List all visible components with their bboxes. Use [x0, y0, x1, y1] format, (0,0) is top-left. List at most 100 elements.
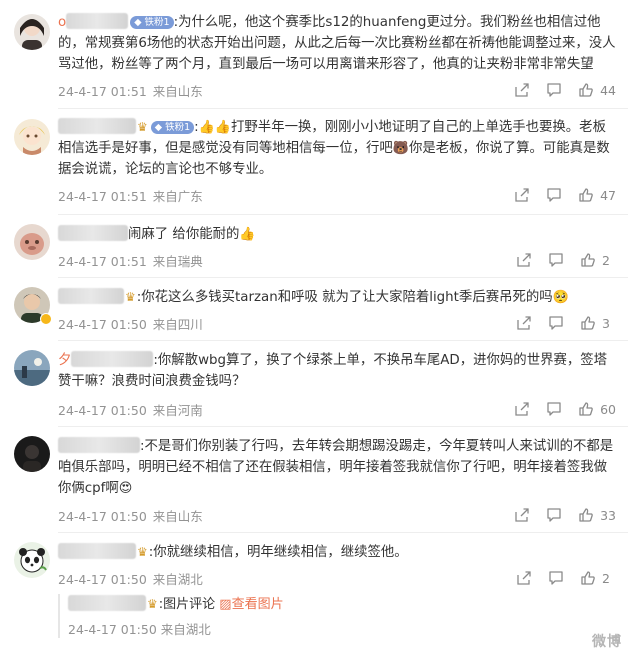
crown-icon: ♛ — [137, 120, 148, 134]
comment-actions: 33 — [498, 507, 616, 523]
location: 来自广东 — [152, 189, 203, 204]
thumbs-up-emoji-icon: 👍 — [239, 227, 256, 242]
avatar[interactable] — [14, 14, 50, 50]
share-icon[interactable] — [514, 507, 530, 523]
location: 来自河南 — [152, 403, 203, 418]
comment-actions: 2 — [500, 252, 616, 268]
username[interactable] — [58, 118, 136, 134]
comment-text: ♛ ◆ 铁粉1:👍👍打野半年一换，刚刚小小地证明了自己的上单选手也要换。老板相信选… — [58, 117, 618, 180]
timestamp: 24-4-17 01:50 — [68, 622, 157, 637]
reply-text: ♛:图片评论 ▨查看图片 — [68, 594, 618, 615]
image-icon: ▨ — [219, 597, 232, 612]
comment-meta: 24-4-17 01:50 来自山东 — [58, 506, 203, 525]
location: 来自四川 — [152, 317, 203, 332]
like-count: 2 — [602, 570, 610, 586]
username[interactable] — [58, 437, 140, 453]
heart-eyes-emoji-icon: 😍 — [118, 481, 133, 496]
comment-text: 闹麻了 给你能耐的👍 — [58, 224, 618, 245]
divider — [58, 340, 628, 341]
avatar[interactable] — [14, 542, 50, 578]
timestamp: 24-4-17 01:50 — [58, 317, 147, 332]
timestamp: 24-4-17 01:51 — [58, 189, 147, 204]
comment-text: ♛:你花这么多钱买tarzan和呼吸 就为了让大家陪着light季后赛吊死的吗🥺 — [58, 287, 618, 308]
divider — [58, 214, 628, 215]
divider — [58, 277, 628, 278]
comment-icon[interactable] — [548, 315, 564, 331]
thumbs-up-icon[interactable] — [580, 315, 596, 331]
location: 来自湖北 — [160, 622, 211, 637]
share-icon[interactable] — [514, 401, 530, 417]
share-icon[interactable] — [516, 252, 532, 268]
comment-icon[interactable] — [546, 401, 562, 417]
thumbs-up-icon[interactable] — [578, 507, 594, 523]
thumbs-up-icon[interactable] — [578, 401, 594, 417]
comment-text: :不是哥们你别装了行吗，去年转会期想踢没踢走，今年夏转叫人来试训的不都是咱俱乐部… — [58, 436, 618, 499]
comment-meta: 24-4-17 01:50 来自河南 — [58, 400, 203, 419]
like-count: 47 — [600, 187, 616, 203]
crown-icon: ♛ — [137, 545, 148, 559]
comment-meta: 24-4-17 01:51 来自山东 — [58, 81, 203, 100]
boss-emoji-icon: 🐻 — [392, 141, 409, 156]
username[interactable] — [58, 288, 124, 304]
comment-actions: 2 — [500, 570, 616, 586]
weibo-watermark: 微博 — [592, 634, 622, 650]
fan-badge: ◆ 铁粉1 — [150, 121, 195, 134]
avatar[interactable] — [14, 224, 50, 260]
fan-badge: ◆ 铁粉1 — [130, 16, 174, 29]
like-count: 33 — [600, 507, 616, 523]
comment-meta: 24-4-17 01:51 来自广东 — [58, 186, 203, 205]
username[interactable]: o — [58, 13, 129, 30]
crown-icon: ♛ — [147, 597, 158, 611]
comment-text: ♛:你就继续相信，明年继续相信，继续签他。 — [58, 542, 618, 563]
thumbs-up-icon[interactable] — [580, 570, 596, 586]
comment-actions: 3 — [500, 315, 616, 331]
location: 来自瑞典 — [152, 254, 203, 269]
crown-icon: ♛ — [125, 290, 136, 304]
thumbs-up-icon[interactable] — [580, 252, 596, 268]
username[interactable] — [68, 595, 146, 611]
divider — [58, 108, 628, 109]
like-count: 60 — [600, 401, 616, 417]
timestamp: 24-4-17 01:51 — [58, 254, 147, 269]
view-image-link[interactable]: ▨查看图片 — [219, 597, 283, 612]
thumbs-up-emoji-icon: 👍👍 — [198, 120, 232, 135]
username[interactable]: 夕 — [58, 351, 154, 368]
like-count: 3 — [602, 315, 610, 331]
nested-reply: ♛:图片评论 ▨查看图片 24-4-17 01:50 来自湖北 — [58, 594, 618, 638]
comment-icon[interactable] — [546, 507, 562, 523]
share-icon[interactable] — [514, 187, 530, 203]
verified-badge-icon — [40, 313, 52, 325]
location: 来自湖北 — [152, 572, 203, 587]
comment-icon[interactable] — [546, 82, 562, 98]
avatar[interactable] — [14, 119, 50, 155]
comment-actions: 60 — [498, 401, 616, 417]
timestamp: 24-4-17 01:50 — [58, 572, 147, 587]
timestamp: 24-4-17 01:50 — [58, 509, 147, 524]
timestamp: 24-4-17 01:51 — [58, 84, 147, 99]
comment-actions: 44 — [498, 82, 616, 98]
reply-meta: 24-4-17 01:50 来自湖北 — [68, 619, 618, 638]
thumbs-up-icon[interactable] — [578, 187, 594, 203]
comment-actions: 47 — [498, 187, 616, 203]
share-icon[interactable] — [516, 315, 532, 331]
username[interactable] — [58, 543, 136, 559]
timestamp: 24-4-17 01:50 — [58, 403, 147, 418]
comment-icon[interactable] — [546, 187, 562, 203]
divider — [58, 426, 628, 427]
emoji-icon: 🥺 — [552, 290, 569, 305]
like-count: 2 — [602, 252, 610, 268]
username[interactable] — [58, 225, 128, 241]
comment-meta: 24-4-17 01:50 来自四川 — [58, 314, 203, 333]
comment-icon[interactable] — [548, 570, 564, 586]
share-icon[interactable] — [514, 82, 530, 98]
location: 来自山东 — [152, 84, 203, 99]
comment-text: 夕:你解散wbg算了，换了个绿茶上单，不换吊车尾AD，进你妈的世界赛，签塔赞干嘛… — [58, 351, 608, 389]
avatar[interactable] — [14, 350, 50, 386]
comment-icon[interactable] — [548, 252, 564, 268]
location: 来自山东 — [152, 509, 203, 524]
share-icon[interactable] — [516, 570, 532, 586]
comment-text: o ◆ 铁粉1:为什么呢，他这个赛季比s12的huanfeng更过分。我们粉丝也相… — [58, 13, 616, 72]
avatar[interactable] — [14, 436, 50, 472]
thumbs-up-icon[interactable] — [578, 82, 594, 98]
like-count: 44 — [600, 82, 616, 98]
